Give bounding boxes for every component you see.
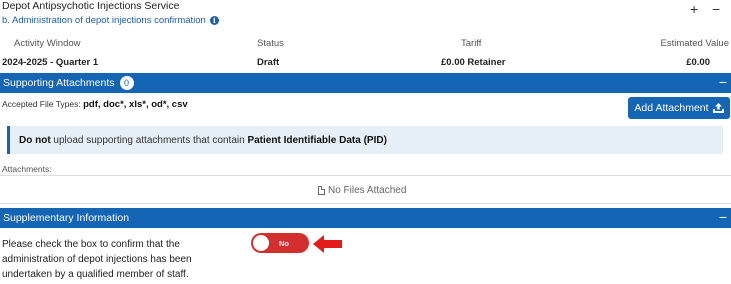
supplementary-section-title: Supplementary Information	[3, 212, 130, 224]
attachments-section-title: Supporting Attachments	[3, 77, 115, 89]
toggle-knob	[253, 235, 269, 251]
red-arrow-icon	[313, 235, 342, 253]
alert-text: upload supporting attachments that conta…	[50, 134, 248, 146]
supplementary-section-header[interactable]: Supplementary Information −	[0, 208, 731, 228]
accepted-file-types: Accepted File Types: pdf, doc*, xls*, od…	[2, 99, 188, 110]
alert-strong-prefix: Do not	[19, 134, 51, 146]
value-tariff: £0.00 Retainer	[441, 57, 506, 68]
supplementary-collapse-button[interactable]: −	[719, 209, 727, 225]
attachments-divider-top	[0, 175, 731, 176]
no-files-message: No Files Attached	[318, 185, 406, 196]
service-subtitle-text: b. Administration of depot injections co…	[2, 15, 206, 26]
attachments-count-badge: 0	[119, 76, 134, 90]
expand-button[interactable]: +	[690, 1, 698, 17]
service-title: Depot Antipsychotic Injections Service	[2, 0, 180, 12]
attachments-collapse-button[interactable]: −	[719, 74, 727, 90]
attachments-label: Attachments:	[2, 164, 52, 174]
header-estimated-value: Estimated Value	[660, 38, 729, 49]
collapse-button[interactable]: −	[712, 1, 720, 17]
value-estimated: £0.00	[686, 57, 710, 68]
accepted-file-types-label: Accepted File Types:	[2, 99, 81, 109]
add-attachment-label: Add Attachment	[634, 102, 709, 114]
upload-icon	[712, 103, 724, 113]
attachments-section-header[interactable]: Supporting Attachments 0 −	[0, 73, 731, 93]
confirmation-question: Please check the box to confirm that the…	[2, 239, 192, 280]
add-attachment-button[interactable]: Add Attachment	[628, 97, 730, 119]
file-icon	[318, 186, 325, 195]
toggle-label: No	[279, 238, 289, 248]
attachments-divider-bottom	[0, 203, 731, 204]
confirmation-toggle[interactable]: No	[251, 233, 309, 253]
header-activity-window: Activity Window	[14, 38, 81, 49]
accepted-file-types-list: pdf, doc*, xls*, od*, csv	[83, 99, 188, 110]
value-activity-window: 2024-2025 - Quarter 1	[2, 57, 99, 68]
service-subtitle: b. Administration of depot injections co…	[2, 15, 219, 26]
header-status: Status	[257, 38, 284, 49]
pid-warning-alert: Do not upload supporting attachments tha…	[7, 126, 723, 154]
header-tariff: Tariff	[461, 38, 482, 49]
info-icon[interactable]: i	[209, 16, 219, 25]
alert-strong-suffix: Patient Identifiable Data (PID)	[247, 134, 387, 146]
value-status: Draft	[257, 57, 280, 68]
no-files-text: No Files Attached	[328, 185, 407, 196]
